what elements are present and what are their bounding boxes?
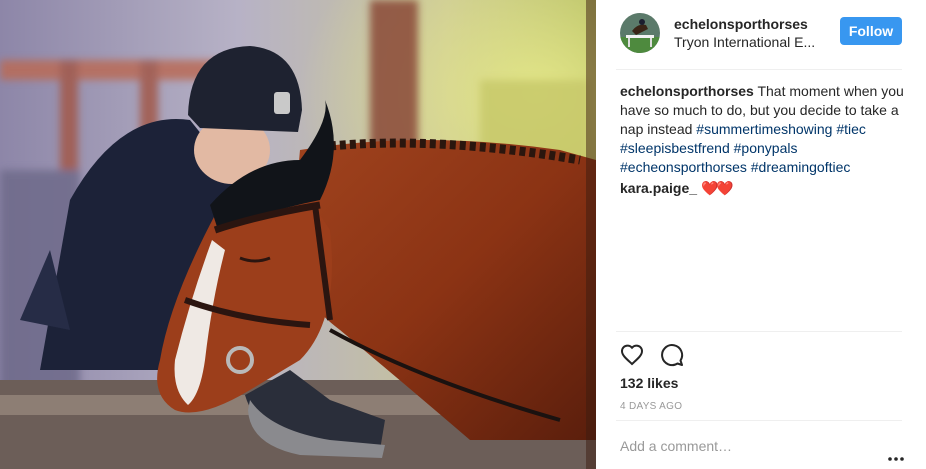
more-options-icon[interactable] xyxy=(888,448,904,461)
post-photo[interactable] xyxy=(0,0,596,469)
actions-divider xyxy=(616,331,902,332)
post-header: echelonsporthorses Tryon International E… xyxy=(620,10,906,56)
comment-text: ❤️❤️ xyxy=(700,180,734,196)
hashtag-link[interactable]: #ponypals xyxy=(734,140,798,156)
hashtag-link[interactable]: #tiec xyxy=(836,121,866,137)
comment-item: kara.paige_ ❤️❤️ xyxy=(620,178,908,198)
rider-hugging-horse-photo xyxy=(0,0,596,469)
action-bar xyxy=(620,343,684,367)
hashtag-link[interactable]: #echeonsporthorses xyxy=(620,159,747,175)
comment-divider xyxy=(616,420,902,421)
speech-bubble-icon[interactable] xyxy=(660,343,684,367)
hashtag-link[interactable]: #sleepisbestfrend xyxy=(620,140,730,156)
hashtag-link[interactable]: #dreamingoftiec xyxy=(751,159,851,175)
follow-button[interactable]: Follow xyxy=(840,17,902,45)
comment-username[interactable]: kara.paige_ xyxy=(620,180,697,196)
likes-count[interactable]: 132 likes xyxy=(620,375,678,391)
caption-username[interactable]: echelonsporthorses xyxy=(620,83,754,99)
header-location[interactable]: Tryon International E... xyxy=(674,33,826,51)
heart-outline-icon[interactable] xyxy=(620,343,644,367)
post-details-panel: echelonsporthorses Tryon International E… xyxy=(596,0,926,469)
add-comment-input[interactable]: Add a comment… xyxy=(620,438,732,454)
post-caption: echelonsporthorses That moment when you … xyxy=(620,82,908,177)
horse-jumping-avatar-icon xyxy=(620,13,660,53)
hashtag-link[interactable]: #summertimeshowing xyxy=(696,121,832,137)
header-divider xyxy=(616,69,902,70)
avatar[interactable] xyxy=(620,13,660,53)
instagram-post: echelonsporthorses Tryon International E… xyxy=(0,0,926,469)
post-timestamp[interactable]: 4 DAYS AGO xyxy=(620,401,682,412)
